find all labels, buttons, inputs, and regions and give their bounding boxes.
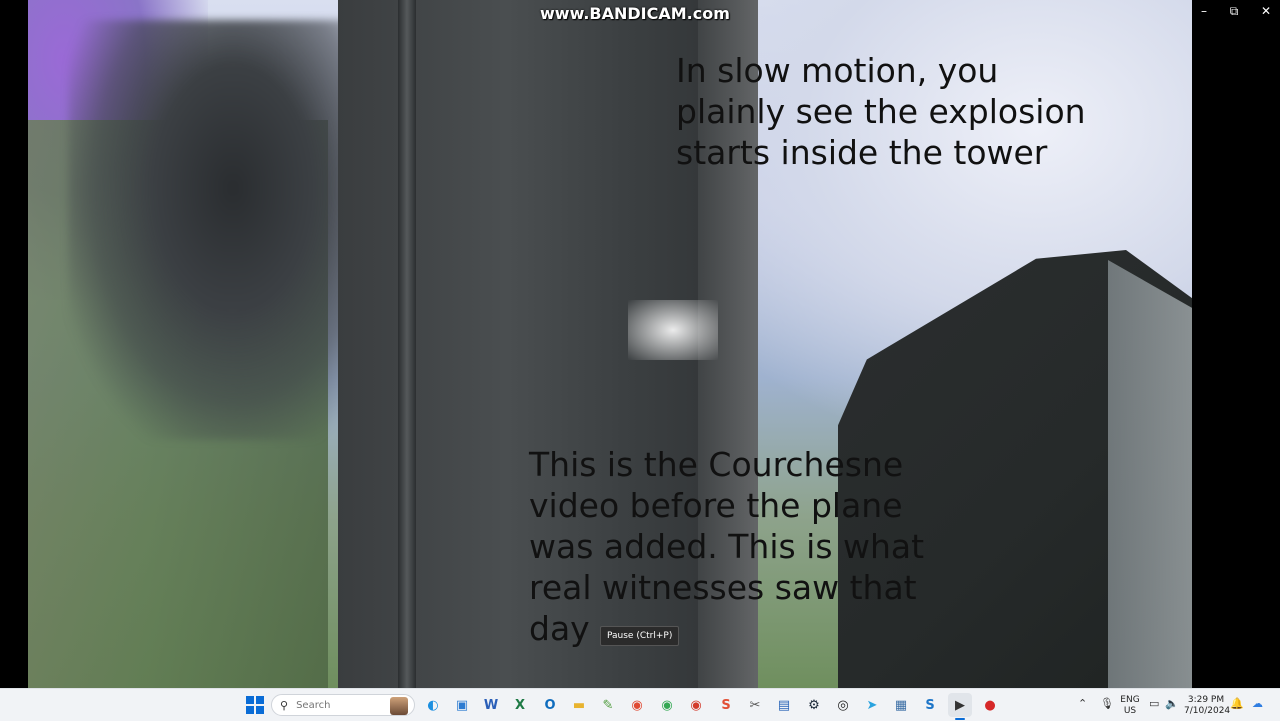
language-label: ENG [1120, 695, 1140, 705]
word-icon[interactable]: W [479, 693, 503, 717]
pause-tooltip: Pause (Ctrl+P) [600, 626, 680, 646]
chevron-up-icon[interactable]: ⌃ [1078, 697, 1087, 710]
clock-time: 3:29 PM [1187, 695, 1225, 705]
caption-top: In slow motion, you plainly see the expl… [676, 51, 1086, 172]
close-button[interactable]: ✕ [1256, 4, 1276, 18]
skype-icon[interactable]: S [918, 693, 942, 717]
tower-edge [398, 0, 416, 688]
region-label: US [1123, 706, 1137, 716]
image-viewer-icon[interactable]: ▦ [889, 693, 913, 717]
chrome-icon[interactable]: ◉ [625, 693, 649, 717]
notification-bell-icon[interactable]: 🔔 [1230, 697, 1244, 710]
network-icon[interactable]: ▭ [1149, 697, 1159, 710]
windows-icon [246, 696, 264, 714]
clock[interactable]: 3:29 PM 7/10/2024 [1184, 695, 1231, 717]
search-highlight-icon [390, 697, 408, 715]
notepad-icon[interactable]: ✎ [596, 693, 620, 717]
restore-button[interactable]: ⧉ [1224, 4, 1244, 19]
record-icon[interactable]: ● [978, 693, 1002, 717]
app-s-icon[interactable]: S [714, 693, 738, 717]
chrome-beta-icon[interactable]: ◉ [684, 693, 708, 717]
media-icon[interactable]: ▤ [772, 693, 796, 717]
outlook-icon[interactable]: O [538, 693, 562, 717]
telegram-icon[interactable]: ➤ [860, 693, 884, 717]
media-player-icon[interactable]: ▶ [948, 693, 972, 717]
chat-icon[interactable]: ◎ [831, 693, 855, 717]
photos-icon[interactable]: ▣ [450, 693, 474, 717]
clock-date: 7/10/2024 [1184, 706, 1231, 716]
search-input[interactable] [294, 698, 389, 712]
file-explorer-icon[interactable]: ▬ [567, 693, 591, 717]
explosion-flash [628, 300, 718, 360]
steam-icon[interactable]: ⚙ [802, 693, 826, 717]
weather-icon[interactable]: ☁ [1252, 697, 1263, 710]
microphone-icon[interactable]: 🎙 [1100, 697, 1114, 710]
caption-bottom: This is the Courchesne video before the … [529, 445, 925, 648]
search-icon: ⚲ [280, 698, 289, 712]
language-indicator[interactable]: ENG US [1120, 695, 1140, 717]
edge-icon[interactable]: ◐ [421, 693, 445, 717]
volume-icon[interactable]: 🔈 [1165, 697, 1179, 710]
taskbar-search[interactable]: ⚲ [271, 694, 415, 716]
right-building-face [1108, 260, 1192, 688]
excel-icon[interactable]: X [508, 693, 532, 717]
paint-icon[interactable]: ✂ [743, 693, 767, 717]
minimize-button[interactable]: – [1194, 4, 1214, 18]
taskbar: ⚲ ◐▣WXO▬✎◉◉◉S✂▤⚙◎➤▦S▶● ⌃ 🎙 ENG US ▭ 🔈 3:… [0, 688, 1280, 721]
start-button[interactable] [243, 693, 267, 717]
bandicam-watermark: www.BANDICAM.com [540, 4, 730, 23]
chrome-alt-icon[interactable]: ◉ [655, 693, 679, 717]
